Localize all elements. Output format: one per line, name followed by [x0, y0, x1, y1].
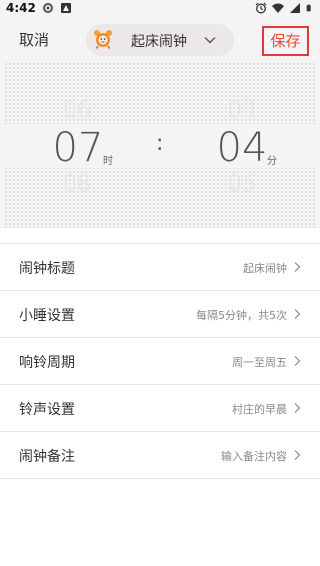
minute-next[interactable]: 05	[217, 172, 267, 197]
hour-current[interactable]: 07	[48, 125, 108, 171]
minute-current[interactable]: 04	[212, 125, 272, 171]
status-right	[255, 2, 314, 14]
hour-prev[interactable]: 06	[52, 98, 102, 123]
chevron-right-icon	[294, 262, 301, 272]
chevron-right-icon	[294, 403, 301, 413]
setting-value: 输入备注内容	[221, 450, 287, 463]
setting-row-repeat[interactable]: 响铃周期 周一至周五	[0, 338, 320, 385]
header: 取消 起床闹钟 保存	[0, 18, 320, 62]
setting-value: 周一至周五	[232, 356, 287, 369]
setting-row-snooze[interactable]: 小睡设置 每隔5分钟，共5次	[0, 291, 320, 338]
status-time: 4:42	[6, 1, 36, 15]
cancel-button[interactable]: 取消	[19, 29, 49, 50]
setting-row-ringtone[interactable]: 铃声设置 村庄的早晨	[0, 385, 320, 432]
setting-value: 每隔5分钟，共5次	[196, 309, 287, 322]
setting-value: 起床闹钟	[243, 262, 287, 275]
alarm-icon	[255, 2, 267, 14]
setting-row-alarm-title[interactable]: 闹钟标题 起床闹钟	[0, 244, 320, 291]
alarm-title-dropdown[interactable]: 起床闹钟	[86, 24, 234, 56]
battery-icon	[306, 4, 311, 12]
wifi-icon	[272, 3, 284, 13]
setting-label: 闹钟标题	[19, 261, 75, 277]
status-left: 4:42	[6, 1, 72, 15]
minute-prev[interactable]: 03	[217, 98, 267, 123]
setting-label: 小睡设置	[19, 308, 75, 324]
time-picker: 06 07 08 时 : 03 04 05 分	[0, 62, 320, 228]
alarm-clock-icon	[94, 30, 112, 49]
setting-label: 铃声设置	[19, 402, 75, 418]
hour-unit: 时	[103, 156, 113, 167]
chevron-right-icon	[294, 450, 301, 460]
hour-next[interactable]: 08	[52, 172, 102, 197]
chevron-right-icon	[294, 309, 301, 319]
time-separator: :	[156, 131, 164, 156]
app-notification-icon	[60, 3, 71, 13]
setting-value: 村庄的早晨	[232, 403, 287, 416]
chevron-down-icon	[204, 37, 216, 44]
minute-unit: 分	[267, 156, 277, 167]
alarm-title-label: 起床闹钟	[131, 34, 187, 50]
clock-badge-icon	[42, 3, 53, 13]
save-button[interactable]: 保存	[262, 26, 309, 56]
divider	[0, 478, 320, 479]
status-bar: 4:42	[0, 0, 320, 18]
chevron-right-icon	[294, 356, 301, 366]
signal-icon	[290, 3, 300, 13]
setting-label: 响铃周期	[19, 355, 75, 371]
setting-row-note[interactable]: 闹钟备注 输入备注内容	[0, 432, 320, 479]
setting-label: 闹钟备注	[19, 449, 75, 465]
